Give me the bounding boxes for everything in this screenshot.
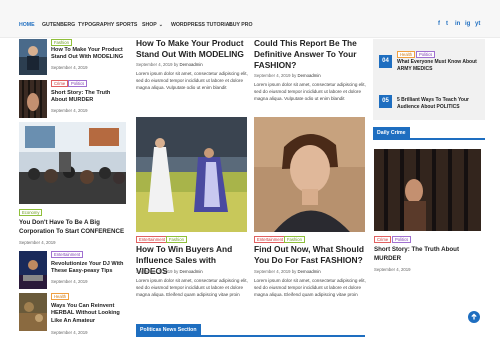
instagram-icon[interactable]: ig xyxy=(465,21,470,27)
post-excerpt: Lorem ipsum dolor sit amet, consectetur … xyxy=(254,278,366,297)
post-title[interactable]: Short Story: The Truth About MURDER xyxy=(51,90,126,105)
section-divider xyxy=(373,138,485,140)
post-date: September 4, 2019 xyxy=(51,279,88,284)
category-tag[interactable]: Politics xyxy=(392,236,412,243)
category-tag[interactable]: Politics xyxy=(416,51,436,58)
by-label: by xyxy=(291,269,297,274)
post-date: September 4, 2019 xyxy=(19,240,56,245)
nav-typography[interactable]: TYPOGRAPHY xyxy=(78,22,114,28)
category-tag[interactable]: Crime xyxy=(374,236,392,243)
post-date: September 4, 2019 xyxy=(136,62,173,67)
post-meta: September 3, 2019 by Demoadmin xyxy=(136,269,203,274)
post-title[interactable]: Find Out Now, What Should You Do For Fas… xyxy=(254,244,366,266)
post-date: September 4, 2019 xyxy=(51,65,88,70)
featured-image[interactable] xyxy=(136,117,247,232)
featured-image[interactable] xyxy=(374,149,481,231)
post-meta: September 4, 2019 by Demoadmin xyxy=(254,269,321,274)
youtube-icon[interactable]: yt xyxy=(475,21,480,27)
post-date: September 3, 2019 xyxy=(136,269,173,274)
post-excerpt: Lorem ipsum dolor sit amet, consectetur … xyxy=(254,82,366,101)
post-date: September 4, 2019 xyxy=(254,269,291,274)
category-tag[interactable]: Health xyxy=(397,51,416,58)
category-tag[interactable]: Economy xyxy=(19,209,43,216)
category-tag[interactable]: Fashion xyxy=(166,236,187,243)
featured-image[interactable] xyxy=(19,122,126,204)
post-author[interactable]: Demoadmin xyxy=(298,269,321,274)
category-tag[interactable]: Politics xyxy=(68,80,88,87)
rank-number: 04 xyxy=(379,55,392,68)
category-tag[interactable]: Entertainment xyxy=(51,251,84,258)
top-navigation: HOME GUTENBERG TYPOGRAPHY SPORTS SHOP ⌄ W… xyxy=(0,0,500,38)
post-date: September 4, 2019 xyxy=(51,108,88,113)
nav-home[interactable]: HOME xyxy=(19,22,35,28)
arrow-up-icon xyxy=(471,313,477,320)
post-title[interactable]: How To Make Your Product Stand Out With … xyxy=(136,38,248,60)
nav-buy-pro[interactable]: BUY PRO xyxy=(229,22,253,28)
post-meta: September 4, 2019 by Demoadmin xyxy=(136,62,203,67)
post-date: September 4, 2019 xyxy=(254,73,291,78)
featured-image[interactable] xyxy=(254,117,365,232)
section-divider xyxy=(136,335,365,337)
twitter-icon[interactable]: t xyxy=(446,21,448,27)
post-title[interactable]: 5 Brilliant Ways To Teach Your Audience … xyxy=(397,97,483,111)
post-title[interactable]: Could This Report Be The Definitive Answ… xyxy=(254,38,366,71)
post-thumbnail[interactable] xyxy=(19,293,47,331)
nav-shop[interactable]: SHOP ⌄ xyxy=(142,22,163,28)
category-tag[interactable]: Entertainment xyxy=(254,236,287,243)
rank-number: 05 xyxy=(379,95,392,108)
post-thumbnail[interactable] xyxy=(19,39,47,75)
category-tag[interactable]: Crime xyxy=(51,80,69,87)
by-label: by xyxy=(173,269,179,274)
category-tag[interactable]: Fashion xyxy=(284,236,305,243)
nav-shop-label: SHOP xyxy=(142,22,157,28)
post-title[interactable]: Short Story: The Truth About MURDER xyxy=(374,246,484,263)
post-thumbnail[interactable] xyxy=(19,251,47,289)
post-title[interactable]: How To Make Your Product Stand Out With … xyxy=(51,47,126,62)
post-excerpt: Lorem ipsum dolor sit amet, consectetur … xyxy=(136,71,248,90)
nav-sports[interactable]: SPORTS xyxy=(116,22,137,28)
linkedin-icon[interactable]: in xyxy=(455,21,460,27)
scroll-to-top-button[interactable] xyxy=(468,311,480,323)
chevron-down-icon: ⌄ xyxy=(158,22,163,28)
post-date: September 4, 2019 xyxy=(374,267,411,272)
post-title[interactable]: Revolutionize Your DJ With These Easy-pe… xyxy=(51,261,126,276)
post-meta: September 4, 2019 by Demoadmin xyxy=(254,73,321,78)
post-excerpt: Lorem ipsum dolor sit amet, consectetur … xyxy=(136,278,248,297)
category-tag[interactable]: Entertainment xyxy=(136,236,169,243)
post-date: September 4, 2019 xyxy=(51,330,88,335)
post-title[interactable]: You Don't Have To Be A Big Corporation T… xyxy=(19,219,129,236)
post-author[interactable]: Demoadmin xyxy=(298,73,321,78)
post-thumbnail[interactable] xyxy=(19,80,47,118)
nav-wordpress-tutorial[interactable]: WORDPRESS TUTORIAL xyxy=(171,22,233,28)
category-tag[interactable]: Health xyxy=(51,293,70,300)
post-author[interactable]: Demoadmin xyxy=(180,269,203,274)
by-label: by xyxy=(291,73,297,78)
by-label: by xyxy=(173,62,179,67)
facebook-icon[interactable]: f xyxy=(438,21,440,27)
post-title[interactable]: Ways You Can Reinvent HERBAL Without Loo… xyxy=(51,303,126,325)
trending-list: 04 Health Politics What Everyone Must Kn… xyxy=(373,39,485,120)
post-author[interactable]: Demoadmin xyxy=(180,62,203,67)
category-tag[interactable]: Fashion xyxy=(51,39,72,46)
nav-gutenberg[interactable]: GUTENBERG xyxy=(42,22,75,28)
post-title[interactable]: What Everyone Must Know About ARMY MEDIC… xyxy=(397,59,483,73)
